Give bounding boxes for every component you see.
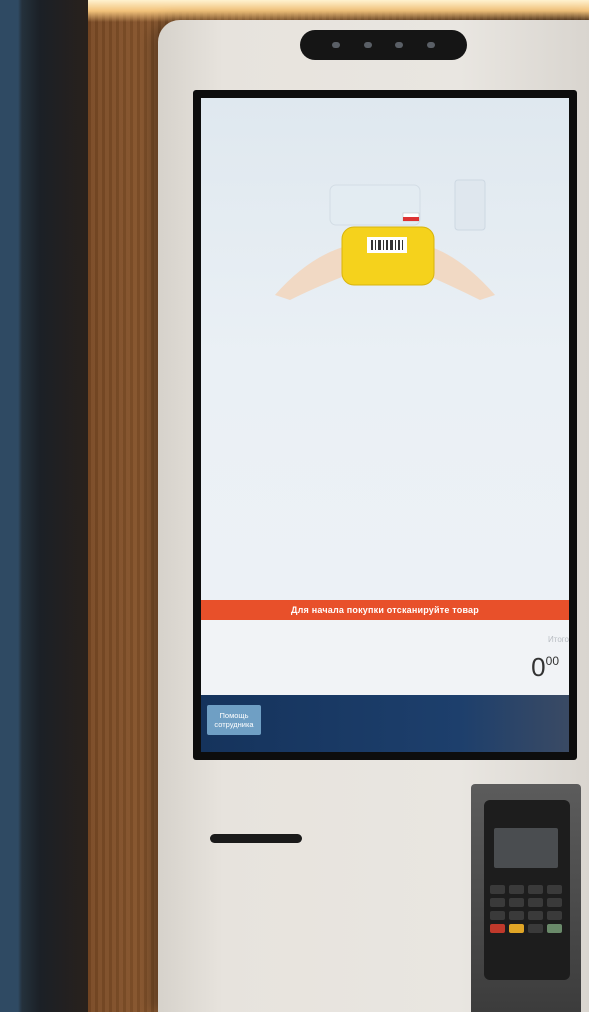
keypad-key[interactable] bbox=[528, 898, 543, 907]
help-button-sublabel: сотрудника bbox=[214, 720, 254, 729]
keypad-key[interactable] bbox=[547, 898, 562, 907]
keypad-key[interactable] bbox=[528, 885, 543, 894]
total-label: Итого bbox=[548, 635, 569, 644]
ceiling-light bbox=[88, 0, 589, 22]
terminal-keypad[interactable] bbox=[490, 885, 562, 933]
keypad-key[interactable] bbox=[509, 898, 524, 907]
sensor-dot bbox=[363, 42, 372, 48]
help-button[interactable]: Помощь сотрудника bbox=[207, 705, 261, 735]
keypad-key[interactable] bbox=[490, 911, 505, 920]
keypad-key[interactable] bbox=[490, 885, 505, 894]
keypad-key[interactable] bbox=[528, 911, 543, 920]
total-amount: 000 bbox=[531, 652, 559, 683]
keypad-clear-key[interactable] bbox=[509, 924, 524, 933]
keypad-cancel-key[interactable] bbox=[490, 924, 505, 933]
keypad-key[interactable] bbox=[547, 885, 562, 894]
total-amount-cents: 00 bbox=[545, 654, 559, 668]
hands-holding-product-illustration bbox=[275, 179, 495, 300]
keypad-key[interactable] bbox=[490, 898, 505, 907]
total-amount-main: 0 bbox=[531, 652, 546, 682]
help-button-label: Помощь bbox=[219, 711, 249, 720]
keypad-enter-key[interactable] bbox=[547, 924, 562, 933]
sensor-dot bbox=[331, 42, 340, 48]
keypad-key[interactable] bbox=[509, 911, 524, 920]
keypad-key[interactable] bbox=[509, 885, 524, 894]
scan-instruction-banner: Для начала покупки отсканируйте товар bbox=[201, 600, 569, 620]
keypad-key[interactable] bbox=[547, 911, 562, 920]
total-panel bbox=[201, 620, 569, 695]
barcode-icon bbox=[367, 237, 407, 253]
sensor-dot bbox=[427, 42, 436, 48]
receipt-slot bbox=[210, 834, 302, 843]
terminal-display bbox=[494, 828, 558, 868]
sensor-dot bbox=[395, 42, 404, 48]
keypad-key[interactable] bbox=[528, 924, 543, 933]
camera-sensor-bar bbox=[300, 30, 467, 60]
left-wall bbox=[0, 0, 92, 1012]
